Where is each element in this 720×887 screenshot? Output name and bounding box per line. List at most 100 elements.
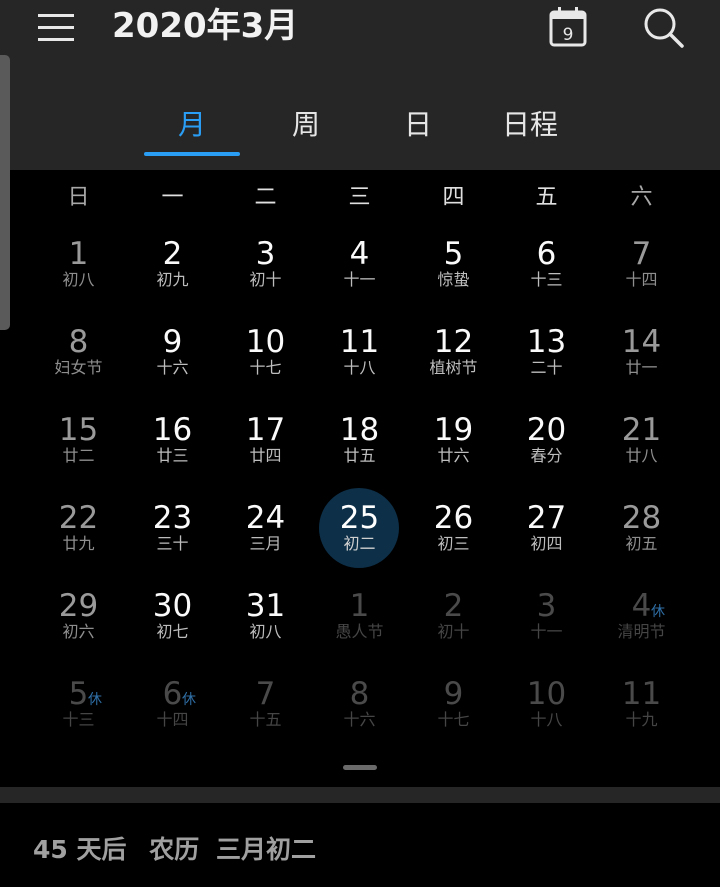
day-number: 4 bbox=[631, 588, 652, 624]
weekday-header: 日 一 二 三 四 五 六 bbox=[0, 176, 720, 220]
day-number: 8 bbox=[68, 324, 89, 360]
day-number: 1 bbox=[68, 236, 89, 272]
day-number: 3 bbox=[536, 588, 557, 624]
lunar-label: 三十 bbox=[156, 534, 189, 553]
lunar-label: 惊蛰 bbox=[437, 270, 470, 289]
day-number: 6 bbox=[162, 676, 183, 712]
month-title[interactable]: 2020年3月 bbox=[112, 4, 298, 48]
lunar-label: 初八 bbox=[62, 270, 95, 289]
lunar-label: 廿四 bbox=[249, 446, 282, 465]
lunar-label: 初四 bbox=[530, 534, 563, 553]
day-number: 24 bbox=[245, 500, 286, 536]
drag-handle[interactable] bbox=[343, 765, 377, 770]
lunar-label: 十八 bbox=[530, 710, 563, 729]
day-cell[interactable]: 23 三十 bbox=[126, 496, 219, 584]
day-cell[interactable]: 26 初三 bbox=[407, 496, 500, 584]
lunar-label: 春分 bbox=[530, 446, 563, 465]
day-cell[interactable]: 12 植树节 bbox=[407, 320, 500, 408]
active-tab-indicator bbox=[144, 152, 240, 156]
day-cell[interactable]: 8 十六 bbox=[313, 672, 406, 760]
lunar-label: 初五 bbox=[625, 534, 658, 553]
day-number: 11 bbox=[621, 676, 662, 712]
day-cell[interactable]: 9 十七 bbox=[407, 672, 500, 760]
weekday-label: 二 bbox=[254, 185, 277, 210]
day-number: 10 bbox=[526, 676, 567, 712]
day-number: 29 bbox=[58, 588, 99, 624]
day-cell[interactable]: 7 十四 bbox=[595, 232, 688, 320]
day-cell[interactable]: 6 十三 bbox=[500, 232, 593, 320]
day-cell[interactable]: 18 廿五 bbox=[313, 408, 406, 496]
day-cell[interactable]: 10 十八 bbox=[500, 672, 593, 760]
day-cell[interactable]: 9 十六 bbox=[126, 320, 219, 408]
weekday-label: 三 bbox=[348, 185, 371, 210]
day-number: 21 bbox=[621, 412, 662, 448]
day-cell[interactable]: 15 廿二 bbox=[32, 408, 125, 496]
day-cell-today[interactable]: 25 初二 bbox=[313, 488, 406, 584]
search-button[interactable] bbox=[640, 6, 688, 50]
day-number: 4 bbox=[349, 236, 370, 272]
lunar-label: 廿八 bbox=[625, 446, 658, 465]
day-cell[interactable]: 2 初十 bbox=[407, 584, 500, 672]
day-cell[interactable]: 5 惊蛰 bbox=[407, 232, 500, 320]
lunar-label: 妇女节 bbox=[54, 358, 103, 377]
weekday-label: 六 bbox=[630, 185, 653, 210]
day-cell[interactable]: 11 十八 bbox=[313, 320, 406, 408]
calendar-today-icon: 9 bbox=[549, 7, 587, 47]
lunar-label: 十九 bbox=[625, 710, 658, 729]
day-number: 3 bbox=[255, 236, 276, 272]
day-cell[interactable]: 21 廿八 bbox=[595, 408, 688, 496]
section-divider bbox=[0, 787, 720, 803]
day-cell[interactable]: 2 初九 bbox=[126, 232, 219, 320]
day-cell[interactable]: 1 愚人节 bbox=[313, 584, 406, 672]
day-cell[interactable]: 27 初四 bbox=[500, 496, 593, 584]
day-number: 12 bbox=[433, 324, 474, 360]
tab-day[interactable]: 日 bbox=[370, 100, 466, 152]
day-number: 2 bbox=[162, 236, 183, 272]
day-cell[interactable]: 29 初六 bbox=[32, 584, 125, 672]
lunar-label: 三月 bbox=[249, 534, 282, 553]
day-cell[interactable]: 20 春分 bbox=[500, 408, 593, 496]
day-cell[interactable]: 8 妇女节 bbox=[32, 320, 125, 408]
day-cell[interactable]: 28 初五 bbox=[595, 496, 688, 584]
days-after-text: 45 天后 bbox=[33, 835, 127, 864]
day-cell[interactable]: 14 廿一 bbox=[595, 320, 688, 408]
day-number: 22 bbox=[58, 500, 99, 536]
tab-week[interactable]: 周 bbox=[258, 100, 354, 152]
day-cell[interactable]: 19 廿六 bbox=[407, 408, 500, 496]
day-number: 13 bbox=[526, 324, 567, 360]
lunar-label: 廿二 bbox=[62, 446, 95, 465]
day-number: 31 bbox=[245, 588, 286, 624]
today-button[interactable]: 9 bbox=[546, 6, 592, 50]
day-cell[interactable]: 10 十七 bbox=[219, 320, 312, 408]
tab-month[interactable]: 月 bbox=[144, 100, 240, 152]
lunar-label: 十六 bbox=[156, 358, 189, 377]
day-cell[interactable]: 6 十四 休 bbox=[126, 672, 219, 760]
day-number: 11 bbox=[339, 324, 380, 360]
day-cell[interactable]: 16 廿三 bbox=[126, 408, 219, 496]
day-cell[interactable]: 5 十三 休 bbox=[32, 672, 125, 760]
day-cell[interactable]: 3 十一 bbox=[500, 584, 593, 672]
day-cell[interactable]: 13 二十 bbox=[500, 320, 593, 408]
day-cell[interactable]: 4 清明节 休 bbox=[595, 584, 688, 672]
day-cell[interactable]: 11 十九 bbox=[595, 672, 688, 760]
lunar-label: 廿六 bbox=[437, 446, 470, 465]
day-cell[interactable]: 24 三月 bbox=[219, 496, 312, 584]
day-cell[interactable]: 3 初十 bbox=[219, 232, 312, 320]
day-cell[interactable]: 30 初七 bbox=[126, 584, 219, 672]
lunar-label: 愚人节 bbox=[335, 622, 384, 641]
day-cell[interactable]: 17 廿四 bbox=[219, 408, 312, 496]
tab-schedule[interactable]: 日程 bbox=[480, 100, 580, 152]
weekday-label: 五 bbox=[535, 185, 558, 210]
day-number: 9 bbox=[162, 324, 183, 360]
day-cell[interactable]: 1 初八 bbox=[32, 232, 125, 320]
day-number: 28 bbox=[621, 500, 662, 536]
hamburger-icon[interactable] bbox=[36, 12, 80, 44]
day-number: 26 bbox=[433, 500, 474, 536]
day-cell[interactable]: 7 十五 bbox=[219, 672, 312, 760]
lunar-label: 初十 bbox=[437, 622, 470, 641]
lunar-label: 初六 bbox=[62, 622, 95, 641]
lunar-label: 十三 bbox=[530, 270, 563, 289]
day-cell[interactable]: 4 十一 bbox=[313, 232, 406, 320]
day-cell[interactable]: 31 初八 bbox=[219, 584, 312, 672]
day-cell[interactable]: 22 廿九 bbox=[32, 496, 125, 584]
